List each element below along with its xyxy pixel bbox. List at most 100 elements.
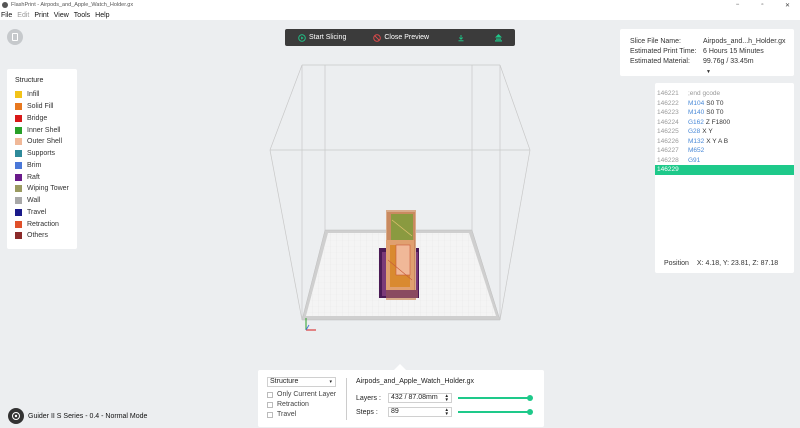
gcode-arguments: X Y — [702, 128, 713, 136]
gcode-line[interactable]: 146221 ;end gcode — [655, 89, 794, 99]
gcode-line[interactable]: 146223 M140 S0 T0 — [655, 108, 794, 118]
steps-slider-handle[interactable] — [527, 409, 533, 415]
material-value: 99.76g / 33.45m — [703, 57, 754, 65]
steps-slider[interactable] — [458, 409, 533, 415]
legend-label: Inner Shell — [27, 126, 61, 134]
material-row: Estimated Material: 99.76g / 33.45m — [630, 56, 794, 66]
legend-item-inner-shell: Inner Shell — [15, 124, 77, 136]
legend-item-travel: Travel — [15, 207, 77, 219]
legend-label: Supports — [27, 150, 56, 158]
maximize-button[interactable]: ▫ — [750, 0, 775, 10]
gcode-line[interactable]: 146222 M104 S0 T0 — [655, 99, 794, 109]
gcode-line-number: 146221 — [657, 90, 679, 98]
model-file-name: Airpods_and_Apple_Watch_Holder.gx — [356, 378, 475, 385]
gcode-command: G162 — [688, 118, 704, 126]
legend-item-solid-fill: Solid Fill — [15, 101, 77, 113]
steps-spinbox[interactable]: 89 ▲ ▼ — [388, 407, 452, 417]
gcode-arguments: X Y A B — [706, 137, 729, 145]
menu-bar: File Edit Print View Tools Help — [0, 10, 800, 20]
gcode-line[interactable]: 146227 M652 — [655, 146, 794, 156]
legend-label: Brim — [27, 161, 42, 169]
legend-item-raft: Raft — [15, 171, 77, 183]
gcode-line[interactable]: 146224 G162 Z F1800 — [655, 118, 794, 128]
legend-swatch — [15, 126, 22, 134]
model-info-button[interactable] — [7, 29, 23, 45]
preview-toolbar: Start Slicing Close Preview — [285, 29, 515, 46]
layers-slider-handle[interactable] — [527, 395, 533, 401]
gcode-line-number: 146224 — [657, 118, 679, 126]
legend-label: Retraction — [27, 220, 59, 228]
send-to-printer-button[interactable] — [494, 29, 506, 46]
close-preview-button[interactable]: Close Preview — [373, 29, 429, 46]
close-window-button[interactable]: ✕ — [775, 0, 800, 10]
gcode-command: M104 — [688, 99, 705, 107]
print-time-row: Estimated Print Time: 6 Hours 15 Minutes — [630, 46, 794, 56]
gcode-line[interactable]: 146225 G28 X Y — [655, 127, 794, 137]
layers-spinbox[interactable]: 432 / 87.08mm ▲ ▼ — [388, 393, 452, 403]
menu-file[interactable]: File — [1, 12, 12, 19]
legend-swatch — [15, 161, 22, 169]
minimize-button[interactable]: − — [725, 0, 750, 10]
document-icon — [12, 33, 18, 41]
legend-item-retraction: Retraction — [15, 218, 77, 230]
close-preview-label: Close Preview — [384, 34, 430, 41]
legend-item-brim: Brim — [15, 160, 77, 172]
legend-item-bridge: Bridge — [15, 113, 77, 125]
spin-arrows-icon[interactable]: ▲ ▼ — [445, 407, 449, 416]
retraction-checkbox[interactable]: Retraction — [267, 401, 309, 408]
legend-label: Outer Shell — [27, 138, 63, 146]
preview-control-panel: Structure ▾ Only Current Layer Retractio… — [258, 364, 544, 427]
legend-swatch — [15, 150, 22, 158]
export-button[interactable] — [457, 29, 468, 46]
legend-label: Wiping Tower — [27, 185, 69, 193]
steps-slider-fill — [458, 411, 530, 413]
slice-file-name-row: Slice File Name: Airpods_and...h_Holder.… — [630, 36, 794, 46]
menu-view[interactable]: View — [54, 12, 69, 19]
gcode-arguments: Z F1800 — [705, 118, 731, 126]
gcode-arguments: S0 T0 — [706, 109, 724, 117]
sliced-model — [379, 210, 419, 300]
legend-swatch — [15, 114, 22, 122]
machine-status[interactable]: Guider II S Series - 0.4 - Normal Mode — [8, 408, 147, 424]
gcode-line[interactable]: 146229 — [655, 165, 794, 175]
display-mode-select[interactable]: Structure ▾ — [267, 377, 336, 387]
legend-label: Infill — [27, 91, 40, 99]
window-titlebar: FlashPrint - Airpods_and_Apple_Watch_Hol… — [0, 0, 800, 10]
legend-swatch — [15, 185, 22, 193]
gcode-line-number: 146225 — [657, 128, 679, 136]
checkbox-box[interactable] — [267, 391, 273, 398]
gcode-command: M132 — [688, 137, 705, 145]
checkbox-box[interactable] — [267, 401, 273, 408]
menu-tools[interactable]: Tools — [74, 12, 90, 19]
checkbox-box[interactable] — [267, 411, 273, 418]
legend-swatch — [15, 173, 22, 181]
print-time-label: Estimated Print Time: — [630, 47, 697, 55]
menu-edit[interactable]: Edit — [17, 12, 29, 19]
layers-slider[interactable] — [458, 395, 533, 401]
gcode-arguments: ;end gcode — [688, 90, 721, 98]
play-circle-icon — [298, 33, 306, 42]
gcode-line[interactable]: 146226 M132 X Y A B — [655, 137, 794, 147]
legend-label: Bridge — [27, 114, 48, 122]
legend-item-infill: Infill — [15, 89, 77, 101]
layers-label: Layers : — [356, 395, 381, 402]
collapse-caret-icon[interactable]: ▼ — [706, 69, 711, 75]
start-slicing-button[interactable]: Start Slicing — [298, 29, 346, 46]
start-slicing-label: Start Slicing — [309, 34, 347, 41]
gcode-line[interactable]: 146228 G91 — [655, 156, 794, 166]
position-value: X: 4.18, Y: 23.81, Z: 87.18 — [696, 260, 779, 267]
gcode-line-number: 146228 — [657, 156, 679, 164]
only-current-layer-checkbox[interactable]: Only Current Layer — [267, 391, 336, 398]
gcode-line-number: 146222 — [657, 99, 679, 107]
window-controls: − ▫ ✕ — [725, 0, 800, 10]
menu-help[interactable]: Help — [95, 12, 109, 19]
travel-checkbox[interactable]: Travel — [267, 411, 296, 418]
gcode-list[interactable]: 146221 ;end gcode 146222 M104 S0 T0 146223 M14… — [655, 89, 794, 175]
chevron-down-icon: ▾ — [329, 379, 332, 385]
menu-print[interactable]: Print — [34, 12, 48, 19]
display-mode-value: Structure — [270, 378, 299, 385]
slice-file-name-value: Airpods_and...h_Holder.gx — [703, 37, 786, 45]
spin-arrows-icon[interactable]: ▲ ▼ — [445, 393, 449, 402]
gcode-line-number: 146223 — [657, 109, 679, 117]
gcode-command: G28 — [688, 128, 701, 136]
